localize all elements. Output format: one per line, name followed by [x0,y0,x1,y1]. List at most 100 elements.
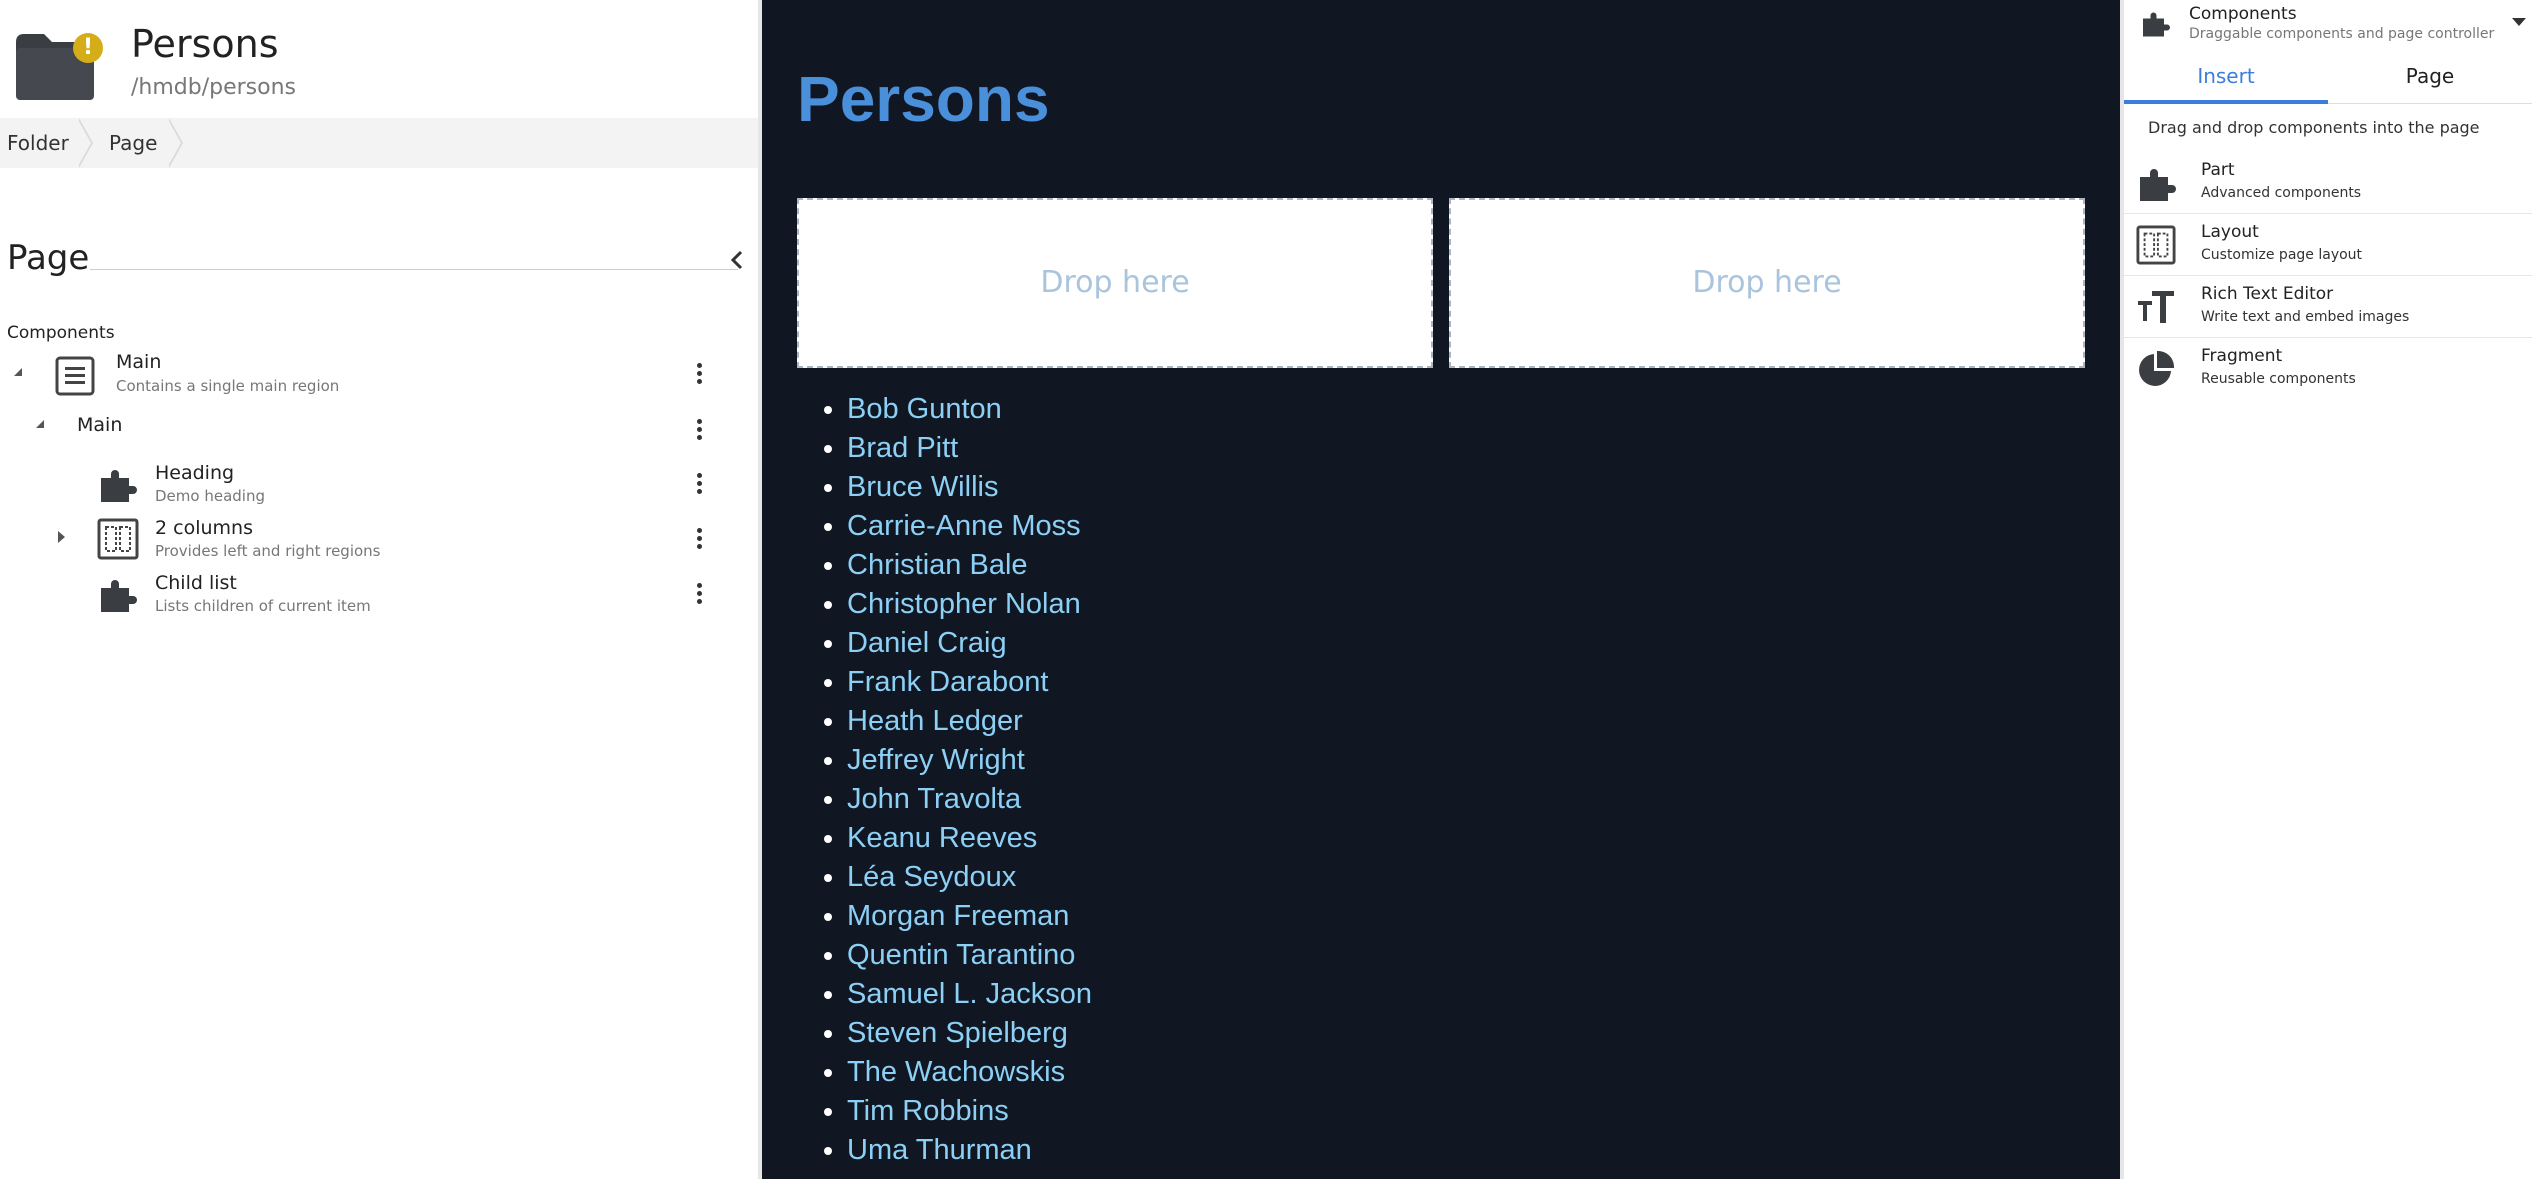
component-part[interactable]: Part Advanced components [2124,152,2532,214]
puzzle-icon [2140,169,2176,201]
context-panel: ! Persons /hmdb/persons Folder Page Page… [0,0,760,1179]
person-link[interactable]: Bob Gunton [847,393,1002,425]
drop-zone-right[interactable]: Drop here [1449,198,2085,368]
list-item[interactable]: Carrie-Anne Moss [847,507,1092,546]
section-divider [90,269,738,270]
drop-zone-left[interactable]: Drop here [797,198,1433,368]
component-subtitle: Reusable components [2201,371,2356,387]
person-link[interactable]: Samuel L. Jackson [847,978,1092,1010]
person-link[interactable]: Christopher Nolan [847,588,1081,620]
components-panel: Components Draggable components and page… [2124,0,2532,1179]
collapse-toggle-icon[interactable] [14,368,22,376]
list-item[interactable]: Léa Seydoux [847,858,1092,897]
component-fragment[interactable]: Fragment Reusable components [2124,338,2532,400]
tree-item-subtitle: Demo heading [155,487,265,505]
list-item[interactable]: Bob Gunton [847,390,1092,429]
list-item[interactable]: Christopher Nolan [847,585,1092,624]
component-title: Rich Text Editor [2201,284,2334,304]
puzzle-icon [2143,12,2170,37]
person-link[interactable]: Steven Spielberg [847,1017,1068,1049]
more-options-icon[interactable] [693,361,705,389]
tree-item-subtitle: Provides left and right regions [155,542,381,560]
preview-heading[interactable]: Persons [797,62,1050,136]
person-link[interactable]: Brad Pitt [847,432,958,464]
person-link[interactable]: Christian Bale [847,549,1028,581]
breadcrumb-folder[interactable]: Folder [7,118,69,168]
component-title: Fragment [2201,346,2283,366]
components-label: Components [7,323,115,343]
child-list: Bob Gunton Brad Pitt Bruce Willis Carrie… [797,390,1092,1170]
person-link[interactable]: Carrie-Anne Moss [847,510,1081,542]
list-item[interactable]: Bruce Willis [847,468,1092,507]
component-rich-text-editor[interactable]: Rich Text Editor Write text and embed im… [2124,276,2532,338]
component-subtitle: Write text and embed images [2201,309,2410,325]
warning-icon: ! [73,33,103,63]
list-item[interactable]: Jeffrey Wright [847,741,1092,780]
person-link[interactable]: Léa Seydoux [847,861,1016,893]
tree-item-2-columns[interactable]: 2 columns Provides left and right region… [0,511,740,565]
pie-icon [2139,350,2175,386]
more-options-icon[interactable] [693,526,705,554]
tree-item-main-page[interactable]: Main Contains a single main region [0,348,740,402]
layout-icon [2136,225,2176,265]
tab-insert[interactable]: Insert [2124,54,2328,104]
collapse-toggle-icon[interactable] [36,420,44,428]
document-icon [55,356,95,396]
person-link[interactable]: Jeffrey Wright [847,744,1025,776]
component-subtitle: Customize page layout [2201,247,2363,263]
breadcrumb: Folder Page [0,118,758,270]
list-item[interactable]: Christian Bale [847,546,1092,585]
component-title: Layout [2201,222,2259,242]
list-item[interactable]: Morgan Freeman [847,897,1092,936]
person-link[interactable]: The Wachowskis [847,1056,1065,1088]
more-options-icon[interactable] [693,471,705,499]
person-link[interactable]: Bruce Willis [847,471,998,503]
expand-toggle-icon[interactable] [58,531,65,543]
tree-item-title: Heading [155,462,235,484]
content-title: Persons [131,22,279,66]
panel-title: Components [2189,4,2297,24]
person-link[interactable]: Uma Thurman [847,1134,1032,1166]
component-layout[interactable]: Layout Customize page layout [2124,214,2532,276]
list-item[interactable]: Frank Darabont [847,663,1092,702]
person-link[interactable]: Quentin Tarantino [847,939,1075,971]
chevron-down-icon[interactable] [2512,18,2526,26]
tree-item-title: Main [77,414,123,436]
tree-item-title: Child list [155,572,237,594]
person-link[interactable]: Morgan Freeman [847,900,1069,932]
more-options-icon[interactable] [693,581,705,609]
chevron-left-icon[interactable] [722,245,752,275]
person-link[interactable]: Keanu Reeves [847,822,1037,854]
person-link[interactable]: Frank Darabont [847,666,1049,698]
list-item[interactable]: John Travolta [847,780,1092,819]
person-link[interactable]: Tim Robbins [847,1095,1009,1127]
list-item[interactable]: Heath Ledger [847,702,1092,741]
panel-subtitle: Draggable components and page controller [2189,26,2495,42]
person-link[interactable]: Heath Ledger [847,705,1023,737]
list-item[interactable]: Daniel Craig [847,624,1092,663]
list-item[interactable]: Steven Spielberg [847,1014,1092,1053]
puzzle-icon [101,470,137,502]
text-icon [2138,291,2174,323]
puzzle-icon [101,580,137,612]
breadcrumb-page[interactable]: Page [109,118,157,168]
person-link[interactable]: John Travolta [847,783,1021,815]
more-options-icon[interactable] [693,417,705,445]
list-item[interactable]: Uma Thurman [847,1131,1092,1170]
list-item[interactable]: Quentin Tarantino [847,936,1092,975]
tree-item-child-list[interactable]: Child list Lists children of current ite… [0,566,740,620]
content-path: /hmdb/persons [131,75,296,100]
layout-icon [97,518,139,560]
page-preview: Persons Drop here Drop here Bob Gunton B… [762,0,2120,1179]
list-item[interactable]: Samuel L. Jackson [847,975,1092,1014]
list-item[interactable]: Brad Pitt [847,429,1092,468]
person-link[interactable]: Daniel Craig [847,627,1007,659]
tree-item-title: 2 columns [155,517,253,539]
list-item[interactable]: Keanu Reeves [847,819,1092,858]
component-subtitle: Advanced components [2201,185,2362,201]
list-item[interactable]: The Wachowskis [847,1053,1092,1092]
list-item[interactable]: Tim Robbins [847,1092,1092,1131]
tab-page[interactable]: Page [2328,54,2532,104]
tree-item-heading[interactable]: Heading Demo heading [0,456,740,510]
component-title: Part [2201,160,2235,180]
